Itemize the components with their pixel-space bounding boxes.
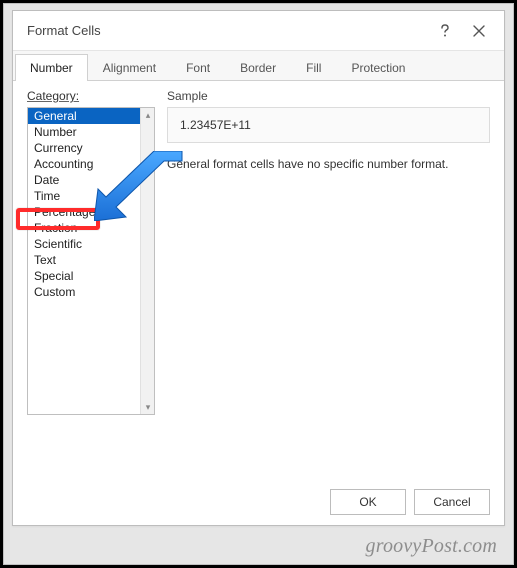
- sample-label: Sample: [167, 89, 490, 103]
- category-item-currency[interactable]: Currency: [28, 140, 140, 156]
- category-item-time[interactable]: Time: [28, 188, 140, 204]
- chevron-down-icon: ▾: [146, 402, 151, 413]
- right-pane: Sample 1.23457E+11 General format cells …: [167, 89, 490, 479]
- watermark: groovyPost.com: [366, 535, 497, 558]
- sample-value: 1.23457E+11: [180, 118, 251, 132]
- tab-protection[interactable]: Protection: [336, 54, 420, 81]
- category-item-date[interactable]: Date: [28, 172, 140, 188]
- category-item-custom[interactable]: Custom: [28, 284, 140, 300]
- category-item-accounting[interactable]: Accounting: [28, 156, 140, 172]
- outer-frame: Format Cells Number Alignment Font Borde…: [3, 3, 514, 565]
- tab-font[interactable]: Font: [171, 54, 225, 81]
- ok-button[interactable]: OK: [330, 489, 406, 515]
- category-item-scientific[interactable]: Scientific: [28, 236, 140, 252]
- tab-fill[interactable]: Fill: [291, 54, 336, 81]
- titlebar: Format Cells: [13, 11, 504, 51]
- scroll-up-button[interactable]: ▴: [141, 108, 155, 122]
- category-item-text[interactable]: Text: [28, 252, 140, 268]
- category-item-percentage[interactable]: Percentage: [28, 204, 140, 220]
- help-button[interactable]: [428, 16, 462, 46]
- chevron-up-icon: ▴: [146, 110, 151, 121]
- format-cells-dialog: Format Cells Number Alignment Font Borde…: [12, 10, 505, 526]
- cancel-button[interactable]: Cancel: [414, 489, 490, 515]
- dialog-footer: OK Cancel: [330, 489, 490, 515]
- dialog-title: Format Cells: [27, 23, 428, 38]
- tab-number[interactable]: Number: [15, 54, 88, 81]
- tab-border[interactable]: Border: [225, 54, 291, 81]
- tab-alignment[interactable]: Alignment: [88, 54, 171, 81]
- format-description: General format cells have no specific nu…: [167, 157, 490, 171]
- category-item-general[interactable]: General: [28, 108, 140, 124]
- close-button[interactable]: [462, 16, 496, 46]
- scroll-down-button[interactable]: ▾: [141, 400, 155, 414]
- category-item-special[interactable]: Special: [28, 268, 140, 284]
- category-item-number[interactable]: Number: [28, 124, 140, 140]
- tab-strip: Number Alignment Font Border Fill Protec…: [13, 51, 504, 81]
- category-item-fraction[interactable]: Fraction: [28, 220, 140, 236]
- help-icon: [439, 24, 451, 38]
- close-icon: [473, 25, 485, 37]
- category-scrollbar[interactable]: ▴ ▾: [140, 108, 154, 414]
- content-area: Category: General Number Currency Accoun…: [27, 89, 490, 479]
- category-list: General Number Currency Accounting Date …: [28, 108, 140, 414]
- sample-box: 1.23457E+11: [167, 107, 490, 143]
- category-listbox[interactable]: General Number Currency Accounting Date …: [27, 107, 155, 415]
